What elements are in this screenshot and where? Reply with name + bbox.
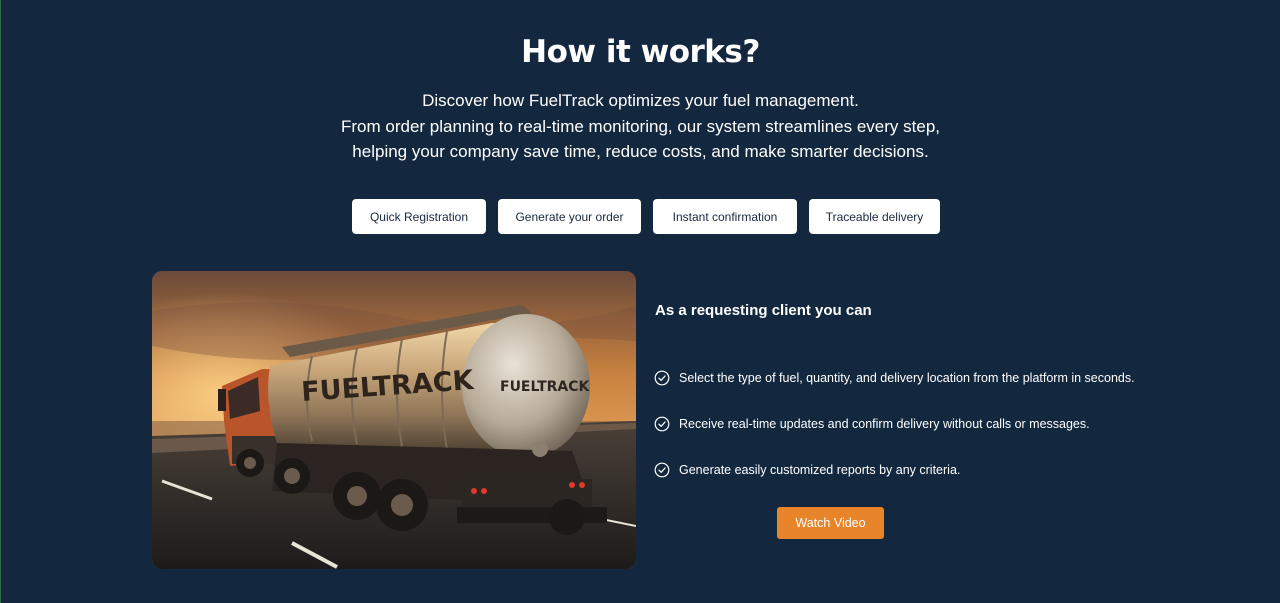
how-it-works-section: How it works? Discover how FuelTrack opt…: [0, 0, 1280, 603]
watch-video-button[interactable]: Watch Video: [777, 507, 884, 539]
feature-list: Select the type of fuel, quantity, and d…: [654, 367, 1135, 505]
tab-instant-confirmation[interactable]: Instant confirmation: [653, 199, 797, 234]
list-item: Receive real-time updates and confirm de…: [654, 413, 1135, 435]
feature-text: Generate easily customized reports by an…: [679, 463, 961, 477]
description-line: From order planning to real-time monitor…: [340, 116, 940, 136]
tab-traceable-delivery[interactable]: Traceable delivery: [809, 199, 940, 234]
tab-quick-registration[interactable]: Quick Registration: [352, 199, 486, 234]
feature-text: Receive real-time updates and confirm de…: [679, 417, 1090, 431]
description-line: helping your company save time, reduce c…: [352, 142, 929, 161]
section-description: Discover how FuelTrack optimizes your fu…: [1, 88, 1280, 165]
step-tabs: Quick Registration Generate your order I…: [352, 199, 940, 234]
panel-title: As a requesting client you can: [655, 302, 872, 319]
description-line: Discover how FuelTrack optimizes your fu…: [422, 91, 859, 110]
tab-generate-order[interactable]: Generate your order: [498, 199, 641, 234]
feature-text: Select the type of fuel, quantity, and d…: [679, 371, 1135, 385]
check-circle-icon: [654, 462, 670, 478]
check-circle-icon: [654, 370, 670, 386]
check-circle-icon: [654, 416, 670, 432]
fuel-truck-illustration: FUELTRACK FUELTRACK: [152, 271, 636, 569]
list-item: Generate easily customized reports by an…: [654, 459, 1135, 481]
tank-back-text: FUELTRACK: [500, 379, 591, 395]
fuel-truck-image: FUELTRACK FUELTRACK: [152, 271, 636, 569]
list-item: Select the type of fuel, quantity, and d…: [654, 367, 1135, 389]
section-title: How it works?: [521, 34, 760, 70]
